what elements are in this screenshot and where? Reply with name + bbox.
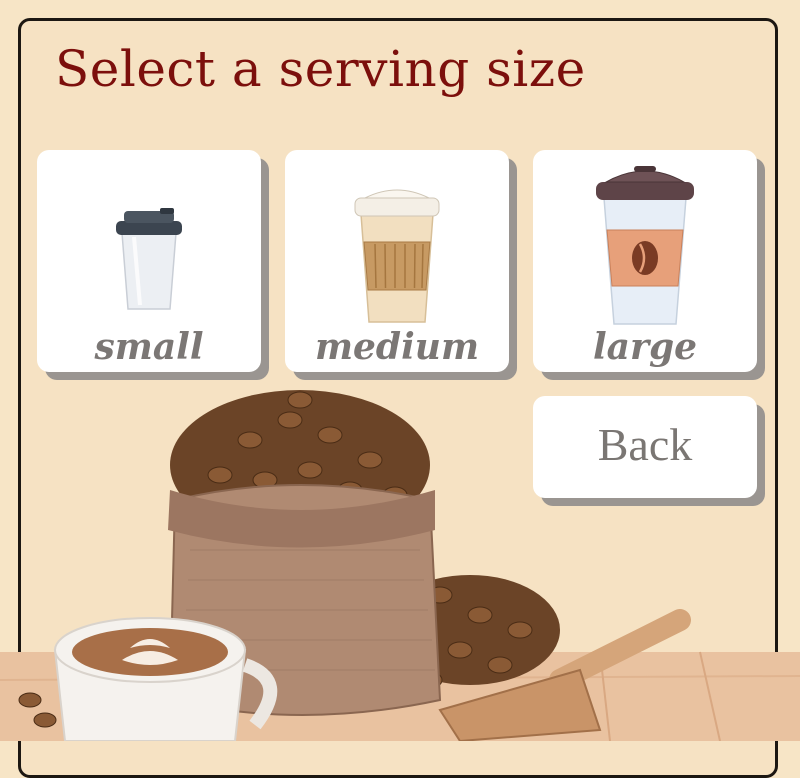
large-cup-icon — [596, 166, 694, 325]
size-label-large: large — [592, 326, 698, 368]
size-option-small[interactable]: small — [37, 150, 261, 372]
size-label-small: small — [94, 326, 204, 368]
size-option-large[interactable]: large — [533, 150, 757, 372]
coffee-scene-illustration — [0, 390, 800, 741]
latte-cup — [53, 617, 278, 741]
size-label-medium: medium — [314, 326, 480, 368]
small-cup-icon — [116, 208, 182, 310]
medium-cup-icon — [354, 189, 440, 323]
page-title: Select a serving size — [55, 40, 586, 98]
size-option-medium[interactable]: medium — [285, 150, 509, 372]
